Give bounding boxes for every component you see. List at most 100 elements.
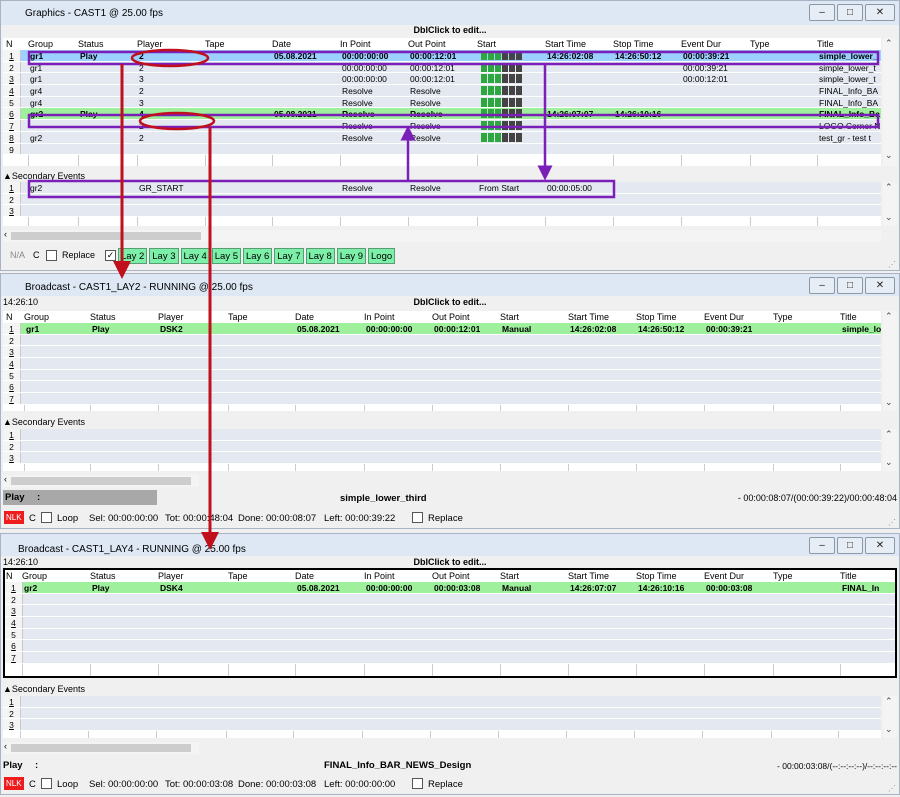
table-row[interactable]: 3 xyxy=(3,719,881,732)
start-mode-icons[interactable] xyxy=(481,62,522,72)
table-row[interactable]: 5 gr4 3 Resolve Resolve FINAL_Info_BA xyxy=(3,96,881,109)
table-row[interactable]: 2 xyxy=(5,593,895,606)
loop-checkbox[interactable] xyxy=(41,778,52,789)
start-mode-icons[interactable] xyxy=(481,74,522,84)
broadcast-grid[interactable]: N Group Status Player Tape Date In Point Out Po… xyxy=(3,311,881,411)
table-row[interactable]: 7 xyxy=(5,652,895,664)
column-header-in[interactable]: In Point xyxy=(364,312,395,322)
layer-button-lay-2[interactable]: Lay 2 xyxy=(118,248,148,264)
column-header-status[interactable]: Status xyxy=(78,39,104,49)
column-header-group[interactable]: Group xyxy=(22,571,47,581)
table-row[interactable]: 2 xyxy=(3,707,881,720)
table-row[interactable]: 1 xyxy=(3,429,881,441)
column-header-dur[interactable]: Event Dur xyxy=(704,571,744,581)
layer-checkbox[interactable]: ✓ xyxy=(105,250,116,261)
table-row[interactable]: 3 xyxy=(3,452,881,465)
column-header-player[interactable]: Player xyxy=(158,312,184,322)
minimize-button[interactable]: – xyxy=(809,537,835,554)
table-row[interactable]: 3 xyxy=(3,205,881,218)
table-row[interactable]: 1 xyxy=(3,696,881,708)
column-header-dur[interactable]: Event Dur xyxy=(704,312,744,322)
table-row[interactable]: 2 xyxy=(3,440,881,453)
start-mode-icons[interactable] xyxy=(481,121,522,131)
column-header-start-time[interactable]: Start Time xyxy=(568,571,609,581)
playlist-grid[interactable]: N Group Status Player Tape Date In Point Out Po… xyxy=(3,38,881,166)
column-header-title[interactable]: Title xyxy=(840,312,857,322)
close-button[interactable]: ✕ xyxy=(865,4,895,21)
layer-button-logo[interactable]: Logo xyxy=(368,248,396,264)
column-header-in[interactable]: In Point xyxy=(340,39,371,49)
column-header-tape[interactable]: Tape xyxy=(228,571,248,581)
horizontal-scrollbar[interactable]: ‹ xyxy=(3,741,199,754)
column-header-group[interactable]: Group xyxy=(28,39,53,49)
column-header-type[interactable]: Type xyxy=(773,571,793,581)
column-header-stop-time[interactable]: Stop Time xyxy=(613,39,654,49)
column-header-tape[interactable]: Tape xyxy=(205,39,225,49)
maximize-button[interactable]: □ xyxy=(837,537,863,554)
replace-checkbox[interactable] xyxy=(412,512,423,523)
column-header-out[interactable]: Out Point xyxy=(432,571,470,581)
secondary-scrollbar[interactable]: ⌃ ⌄ xyxy=(883,429,897,471)
horizontal-scrollbar[interactable]: ‹ xyxy=(3,474,199,487)
playlist-scrollbar[interactable]: ⌃ ⌄ xyxy=(883,38,897,166)
secondary-events-grid[interactable]: 123 xyxy=(3,696,881,738)
maximize-button[interactable]: □ xyxy=(837,277,863,294)
column-header-status[interactable]: Status xyxy=(90,312,116,322)
column-header-player[interactable]: Player xyxy=(137,39,163,49)
layer-button-lay-7[interactable]: Lay 7 xyxy=(274,248,304,264)
table-row[interactable]: 1 gr1 Play DSK2 05.08.2021 00:00:00:00 00:00:1… xyxy=(3,323,881,335)
start-mode-icons[interactable] xyxy=(481,132,522,142)
column-header-tape[interactable]: Tape xyxy=(228,312,248,322)
broadcast-grid[interactable]: N Group Status Player Tape Date In Point Out Po… xyxy=(3,568,897,678)
table-row[interactable]: 4 xyxy=(3,358,881,370)
minimize-button[interactable]: – xyxy=(809,4,835,21)
table-row[interactable]: 2 gr1 2 00:00:00:00 00:00:12:01 00:00:39:21 si… xyxy=(3,61,881,74)
nlk-button[interactable]: NLK xyxy=(4,511,24,524)
secondary-events-toggle[interactable]: ▲Secondary Events xyxy=(3,684,85,694)
grid-scrollbar[interactable]: ⌃ ⌄ xyxy=(883,311,897,411)
start-mode-icons[interactable] xyxy=(481,109,522,119)
column-header-date[interactable]: Date xyxy=(295,312,314,322)
table-row[interactable]: 6 xyxy=(3,381,881,394)
column-header-n[interactable]: N xyxy=(6,39,13,49)
resize-grip-icon[interactable]: ⋰ xyxy=(888,518,896,527)
table-row[interactable]: 6 xyxy=(5,640,895,653)
column-header-start[interactable]: Start xyxy=(500,571,519,581)
layer-button-lay-6[interactable]: Lay 6 xyxy=(243,248,273,264)
column-header-title[interactable]: Title xyxy=(840,571,857,581)
column-header-stop-time[interactable]: Stop Time xyxy=(636,571,677,581)
resize-grip-icon[interactable]: ⋰ xyxy=(888,260,896,269)
table-row[interactable]: 2 xyxy=(3,193,881,206)
table-row[interactable]: 2 xyxy=(3,334,881,347)
layer-button-lay-4[interactable]: Lay 4 xyxy=(180,248,210,264)
column-header-group[interactable]: Group xyxy=(24,312,49,322)
close-button[interactable]: ✕ xyxy=(865,277,895,294)
column-header-in[interactable]: In Point xyxy=(364,571,395,581)
table-row[interactable]: 1 gr2 GR_START Resolve Resolve From Start 00:0… xyxy=(3,182,881,194)
layer-button-lay-5[interactable]: Lay 5 xyxy=(211,248,241,264)
start-mode-icons[interactable] xyxy=(481,97,522,107)
table-row[interactable]: 4 xyxy=(5,617,895,629)
start-mode-icons[interactable] xyxy=(481,86,522,96)
column-header-out[interactable]: Out Point xyxy=(432,312,470,322)
column-header-stop-time[interactable]: Stop Time xyxy=(636,312,677,322)
loop-checkbox[interactable] xyxy=(41,512,52,523)
table-row[interactable]: 1 gr2 Play DSK4 05.08.2021 00:00:00:00 00:00:0… xyxy=(5,582,895,594)
nlk-button[interactable]: NLK xyxy=(4,777,24,790)
replace-checkbox[interactable] xyxy=(412,778,423,789)
table-row[interactable]: 8 gr2 2 Resolve Resolve test_gr - test t xyxy=(3,131,881,144)
close-button[interactable]: ✕ xyxy=(865,537,895,554)
start-mode-icons[interactable] xyxy=(481,51,522,60)
column-header-n[interactable]: N xyxy=(6,571,13,581)
replace-checkbox[interactable] xyxy=(46,250,57,261)
table-row[interactable]: 7 2 Resolve Resolve LOGO Corner N xyxy=(3,120,881,132)
column-header-date[interactable]: Date xyxy=(295,571,314,581)
table-row[interactable]: 5 xyxy=(5,628,895,641)
secondary-scrollbar[interactable]: ⌃ ⌄ xyxy=(883,696,897,738)
layer-button-lay-8[interactable]: Lay 8 xyxy=(305,248,335,264)
column-header-player[interactable]: Player xyxy=(158,571,184,581)
column-header-date[interactable]: Date xyxy=(272,39,291,49)
column-header-type[interactable]: Type xyxy=(750,39,770,49)
table-row[interactable]: 4 gr4 2 Resolve Resolve FINAL_Info_BA xyxy=(3,85,881,97)
column-header-type[interactable]: Type xyxy=(773,312,793,322)
